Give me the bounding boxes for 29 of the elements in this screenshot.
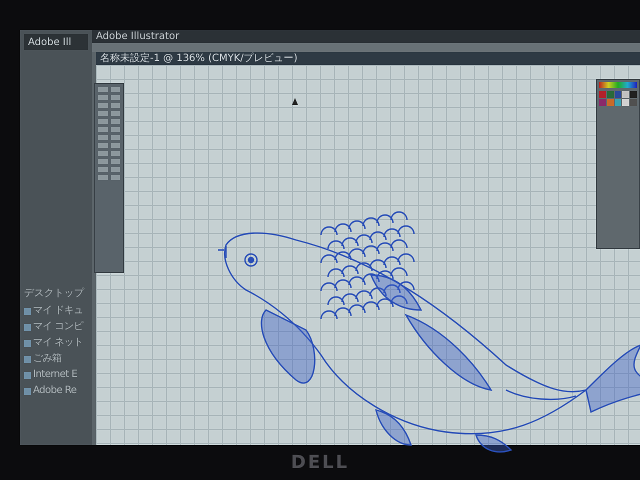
shortcut-item[interactable]: マイ ドキュ xyxy=(33,305,84,317)
color-swatch[interactable] xyxy=(614,91,622,98)
shortcut-item[interactable]: マイ ネット xyxy=(33,337,84,349)
shortcut-item[interactable]: ごみ箱 xyxy=(33,353,62,365)
shortcut-icon xyxy=(24,372,31,378)
color-swatch[interactable] xyxy=(606,99,614,106)
shortcut-icon xyxy=(24,308,31,314)
color-swatch[interactable] xyxy=(630,91,637,98)
shortcut-icon xyxy=(24,356,31,362)
document-title: 名称未設定-1 @ 136% (CMYK/プレビュー) xyxy=(100,52,298,64)
color-swatch[interactable] xyxy=(606,91,614,98)
shortcut-item[interactable]: マイ コンピ xyxy=(33,321,84,333)
window-title: Adobe Illustrator xyxy=(96,30,180,42)
shortcut-icon xyxy=(24,324,31,330)
color-swatch[interactable] xyxy=(599,99,606,106)
taskbar-button[interactable]: Adobe Ill xyxy=(24,34,88,50)
quick-launch-title: デスクトップ xyxy=(24,286,86,301)
color-swatch[interactable] xyxy=(614,99,622,106)
color-swatch[interactable] xyxy=(630,99,637,106)
shortcut-item[interactable]: Adobe Re xyxy=(33,385,76,397)
color-swatch[interactable] xyxy=(622,91,630,98)
mouse-pointer-icon xyxy=(292,98,298,105)
color-ramp xyxy=(599,82,637,88)
shortcut-item[interactable]: Internet E xyxy=(33,369,78,381)
shortcut-icon xyxy=(24,340,31,346)
color-swatch[interactable] xyxy=(599,91,606,98)
monitor-logo: DELL xyxy=(290,451,350,475)
shortcut-icon xyxy=(24,388,31,394)
color-swatch[interactable] xyxy=(622,99,630,106)
